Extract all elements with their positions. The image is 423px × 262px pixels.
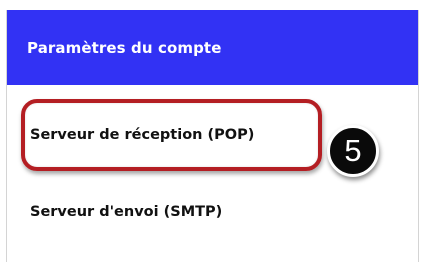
top-strip	[0, 0, 423, 10]
menu-item-incoming-server-pop[interactable]: Serveur de réception (POP)	[30, 127, 254, 143]
panel-header: Paramètres du compte	[7, 10, 418, 85]
menu-item-outgoing-server-smtp[interactable]: Serveur d'envoi (SMTP)	[30, 204, 222, 220]
step-number-badge: 5	[327, 125, 379, 177]
account-settings-panel: Paramètres du compte Serveur de réceptio…	[6, 10, 419, 262]
panel-header-title: Paramètres du compte	[27, 39, 222, 57]
screenshot-stage: Paramètres du compte Serveur de réceptio…	[0, 0, 423, 262]
